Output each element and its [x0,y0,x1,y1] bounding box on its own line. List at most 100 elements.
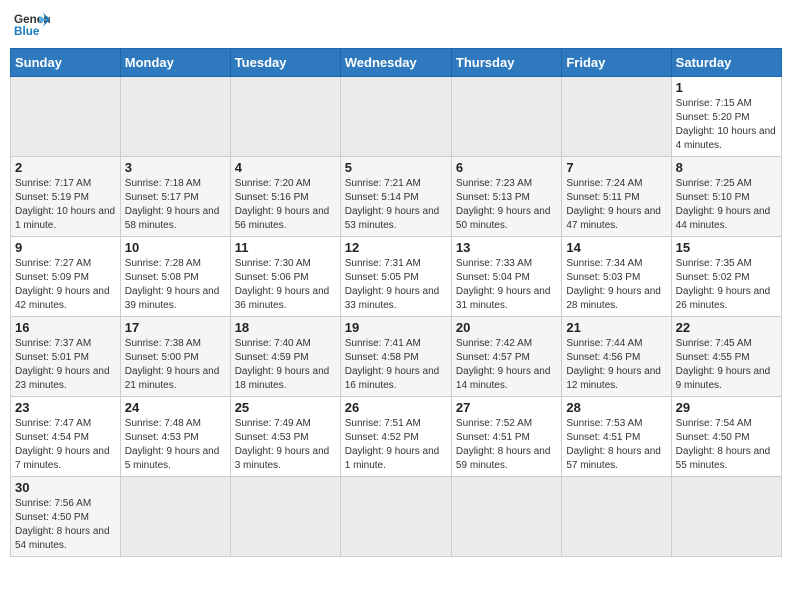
day-number: 26 [345,400,447,415]
col-header-friday: Friday [562,49,671,77]
day-info: Sunrise: 7:31 AM Sunset: 5:05 PM Dayligh… [345,257,447,313]
logo: General Blue [14,10,50,38]
calendar-day: 3 Sunrise: 7:18 AM Sunset: 5:17 PM Daylig… [120,157,230,237]
calendar-day [562,477,671,557]
calendar-day: 2 Sunrise: 7:17 AM Sunset: 5:19 PM Daylig… [11,157,121,237]
day-info: Sunrise: 7:30 AM Sunset: 5:06 PM Dayligh… [235,257,336,313]
day-number: 15 [676,240,777,255]
day-info: Sunrise: 7:35 AM Sunset: 5:02 PM Dayligh… [676,257,777,313]
day-info: Sunrise: 7:33 AM Sunset: 5:04 PM Dayligh… [456,257,557,313]
col-header-sunday: Sunday [11,49,121,77]
calendar-day: 17 Sunrise: 7:38 AM Sunset: 5:00 PM Dayli… [120,317,230,397]
day-info: Sunrise: 7:51 AM Sunset: 4:52 PM Dayligh… [345,417,447,473]
calendar-day [340,77,451,157]
day-number: 4 [235,160,336,175]
calendar-week-row: 30 Sunrise: 7:56 AM Sunset: 4:50 PM Dayli… [11,477,782,557]
day-number: 9 [15,240,116,255]
day-info: Sunrise: 7:21 AM Sunset: 5:14 PM Dayligh… [345,177,447,233]
calendar-day: 22Sunrise: 7:45 AM Sunset: 4:55 PM Dayli… [671,317,781,397]
calendar-day [340,477,451,557]
day-info: Sunrise: 7:47 AM Sunset: 4:54 PM Dayligh… [15,417,116,473]
calendar-day: 6Sunrise: 7:23 AM Sunset: 5:13 PM Daylig… [451,157,561,237]
day-number: 29 [676,400,777,415]
day-number: 18 [235,320,336,335]
day-info: Sunrise: 7:27 AM Sunset: 5:09 PM Dayligh… [15,257,116,313]
day-info: Sunrise: 7:56 AM Sunset: 4:50 PM Dayligh… [15,497,116,553]
day-info: Sunrise: 7:18 AM Sunset: 5:17 PM Dayligh… [125,177,226,233]
calendar-day: 9 Sunrise: 7:27 AM Sunset: 5:09 PM Daylig… [11,237,121,317]
calendar-day [120,77,230,157]
calendar-week-row: 1 Sunrise: 7:15 AM Sunset: 5:20 PM Daylig… [11,77,782,157]
day-info: Sunrise: 7:25 AM Sunset: 5:10 PM Dayligh… [676,177,777,233]
col-header-monday: Monday [120,49,230,77]
day-number: 3 [125,160,226,175]
day-number: 30 [15,480,116,495]
day-number: 12 [345,240,447,255]
col-header-tuesday: Tuesday [230,49,340,77]
day-info: Sunrise: 7:15 AM Sunset: 5:20 PM Dayligh… [676,97,777,153]
calendar-day: 27 Sunrise: 7:52 AM Sunset: 4:51 PM Dayli… [451,397,561,477]
calendar-day [451,477,561,557]
day-number: 21 [566,320,666,335]
col-header-thursday: Thursday [451,49,561,77]
calendar-week-row: 2 Sunrise: 7:17 AM Sunset: 5:19 PM Daylig… [11,157,782,237]
calendar-day: 5 Sunrise: 7:21 AM Sunset: 5:14 PM Daylig… [340,157,451,237]
calendar-table: SundayMondayTuesdayWednesdayThursdayFrid… [10,48,782,557]
col-header-wednesday: Wednesday [340,49,451,77]
day-number: 14 [566,240,666,255]
calendar-day: 26 Sunrise: 7:51 AM Sunset: 4:52 PM Dayli… [340,397,451,477]
day-number: 27 [456,400,557,415]
day-info: Sunrise: 7:20 AM Sunset: 5:16 PM Dayligh… [235,177,336,233]
day-info: Sunrise: 7:48 AM Sunset: 4:53 PM Dayligh… [125,417,226,473]
calendar-header-row: SundayMondayTuesdayWednesdayThursdayFrid… [11,49,782,77]
col-header-saturday: Saturday [671,49,781,77]
calendar-day: 30 Sunrise: 7:56 AM Sunset: 4:50 PM Dayli… [11,477,121,557]
calendar-day: 16Sunrise: 7:37 AM Sunset: 5:01 PM Dayli… [11,317,121,397]
svg-text:Blue: Blue [14,25,40,38]
calendar-day: 11 Sunrise: 7:30 AM Sunset: 5:06 PM Dayli… [230,237,340,317]
day-number: 10 [125,240,226,255]
day-number: 11 [235,240,336,255]
calendar-day: 10 Sunrise: 7:28 AM Sunset: 5:08 PM Dayli… [120,237,230,317]
day-info: Sunrise: 7:45 AM Sunset: 4:55 PM Dayligh… [676,337,777,393]
calendar-day: 25 Sunrise: 7:49 AM Sunset: 4:53 PM Dayli… [230,397,340,477]
day-number: 2 [15,160,116,175]
day-number: 17 [125,320,226,335]
calendar-day: 18 Sunrise: 7:40 AM Sunset: 4:59 PM Dayli… [230,317,340,397]
calendar-day: 13 Sunrise: 7:33 AM Sunset: 5:04 PM Dayli… [451,237,561,317]
day-info: Sunrise: 7:38 AM Sunset: 5:00 PM Dayligh… [125,337,226,393]
day-number: 24 [125,400,226,415]
day-info: Sunrise: 7:23 AM Sunset: 5:13 PM Dayligh… [456,177,557,233]
day-number: 8 [676,160,777,175]
calendar-day: 23Sunrise: 7:47 AM Sunset: 4:54 PM Dayli… [11,397,121,477]
day-info: Sunrise: 7:37 AM Sunset: 5:01 PM Dayligh… [15,337,116,393]
calendar-day [230,477,340,557]
calendar-day: 29 Sunrise: 7:54 AM Sunset: 4:50 PM Dayli… [671,397,781,477]
day-info: Sunrise: 7:54 AM Sunset: 4:50 PM Dayligh… [676,417,777,473]
day-info: Sunrise: 7:52 AM Sunset: 4:51 PM Dayligh… [456,417,557,473]
day-number: 25 [235,400,336,415]
day-number: 5 [345,160,447,175]
day-info: Sunrise: 7:28 AM Sunset: 5:08 PM Dayligh… [125,257,226,313]
day-info: Sunrise: 7:40 AM Sunset: 4:59 PM Dayligh… [235,337,336,393]
day-number: 7 [566,160,666,175]
day-number: 1 [676,80,777,95]
day-number: 13 [456,240,557,255]
day-info: Sunrise: 7:53 AM Sunset: 4:51 PM Dayligh… [566,417,666,473]
day-info: Sunrise: 7:49 AM Sunset: 4:53 PM Dayligh… [235,417,336,473]
calendar-day: 8 Sunrise: 7:25 AM Sunset: 5:10 PM Daylig… [671,157,781,237]
calendar-week-row: 16Sunrise: 7:37 AM Sunset: 5:01 PM Dayli… [11,317,782,397]
day-number: 28 [566,400,666,415]
calendar-day [230,77,340,157]
day-number: 20 [456,320,557,335]
calendar-day: 7Sunrise: 7:24 AM Sunset: 5:11 PM Daylig… [562,157,671,237]
day-info: Sunrise: 7:41 AM Sunset: 4:58 PM Dayligh… [345,337,447,393]
calendar-day: 19Sunrise: 7:41 AM Sunset: 4:58 PM Dayli… [340,317,451,397]
calendar-day: 28 Sunrise: 7:53 AM Sunset: 4:51 PM Dayli… [562,397,671,477]
calendar-day [11,77,121,157]
day-info: Sunrise: 7:17 AM Sunset: 5:19 PM Dayligh… [15,177,116,233]
calendar-day: 4 Sunrise: 7:20 AM Sunset: 5:16 PM Daylig… [230,157,340,237]
calendar-day [562,77,671,157]
calendar-day [671,477,781,557]
calendar-day: 24 Sunrise: 7:48 AM Sunset: 4:53 PM Dayli… [120,397,230,477]
